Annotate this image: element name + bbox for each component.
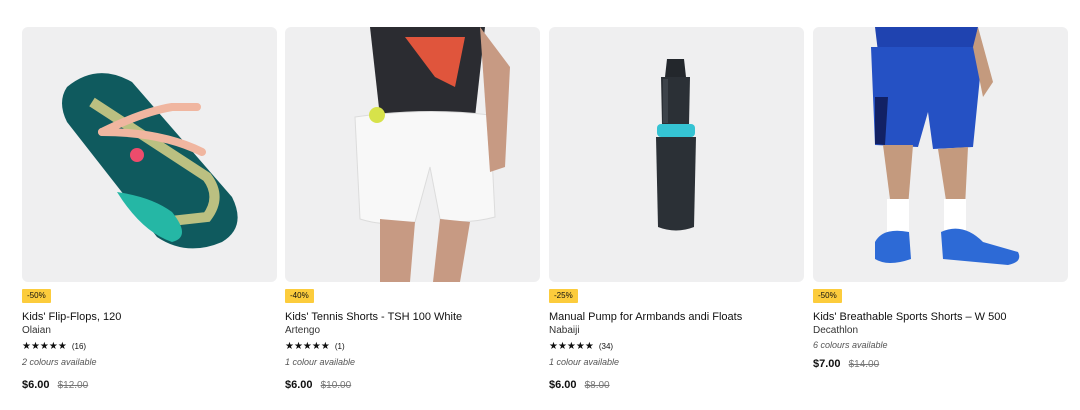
star-rating-icon: ★★★★★ xyxy=(22,340,67,352)
original-price: $10.00 xyxy=(320,380,352,391)
pump-image xyxy=(656,59,696,231)
original-price: $12.00 xyxy=(57,380,89,391)
product-card[interactable]: -40% Kids' Tennis Shorts - TSH 100 White… xyxy=(285,27,540,391)
product-name[interactable]: Kids' Breathable Sports Shorts – W 500 xyxy=(813,310,1068,324)
current-price: $6.00 xyxy=(22,379,50,391)
product-brand: Decathlon xyxy=(813,325,859,336)
product-image[interactable] xyxy=(549,27,804,282)
product-name[interactable]: Kids' Tennis Shorts - TSH 100 White xyxy=(285,310,540,324)
colour-availability: 1 colour available xyxy=(285,357,356,367)
product-brand: Nabaiji xyxy=(549,325,580,336)
discount-badge: -50% xyxy=(813,289,842,303)
review-count: (34) xyxy=(598,341,614,351)
price-row: $6.00 $12.00 xyxy=(22,379,88,391)
star-rating-icon: ★★★★★ xyxy=(285,340,330,352)
discount-badge: -25% xyxy=(549,289,578,303)
price-row: $7.00 $14.00 xyxy=(813,358,879,370)
star-rating-icon: ★★★★★ xyxy=(549,340,594,352)
product-image[interactable] xyxy=(285,27,540,282)
current-price: $7.00 xyxy=(813,358,841,370)
original-price: $8.00 xyxy=(584,380,610,391)
product-brand: Olaian xyxy=(22,325,51,336)
discount-badge: -40% xyxy=(285,289,314,303)
product-card[interactable]: -25% Manual Pump for Armbands andi Float… xyxy=(549,27,804,391)
rating: ★★★★★ (16) xyxy=(22,339,277,353)
discount-badge: -50% xyxy=(22,289,51,303)
product-grid: -50% Kids' Flip-Flops, 120 Olaian ★★★★★ … xyxy=(0,0,1080,410)
review-count: (1) xyxy=(334,341,345,351)
colour-availability: 1 colour available xyxy=(549,357,620,367)
current-price: $6.00 xyxy=(285,379,313,391)
current-price: $6.00 xyxy=(549,379,577,391)
product-name[interactable]: Kids' Flip-Flops, 120 xyxy=(22,310,277,324)
rating: ★★★★★ (34) xyxy=(549,339,804,353)
review-count: (16) xyxy=(71,341,87,351)
original-price: $14.00 xyxy=(848,359,880,370)
rating: ★★★★★ (1) xyxy=(285,339,540,353)
product-brand: Artengo xyxy=(285,325,321,336)
product-image[interactable] xyxy=(813,27,1068,282)
product-name[interactable]: Manual Pump for Armbands andi Floats xyxy=(549,310,804,324)
product-card[interactable]: -50% Kids' Flip-Flops, 120 Olaian ★★★★★ … xyxy=(22,27,277,391)
product-card[interactable]: -50% Kids' Breathable Sports Shorts – W … xyxy=(813,27,1068,370)
price-row: $6.00 $8.00 xyxy=(549,379,610,391)
colour-availability: 2 colours available xyxy=(22,357,97,367)
product-image[interactable] xyxy=(22,27,277,282)
colour-availability: 6 colours available xyxy=(813,340,888,350)
price-row: $6.00 $10.00 xyxy=(285,379,351,391)
sports-shorts-image xyxy=(871,27,1020,265)
flip-flop-image xyxy=(62,73,238,249)
tennis-shorts-image xyxy=(354,27,510,282)
